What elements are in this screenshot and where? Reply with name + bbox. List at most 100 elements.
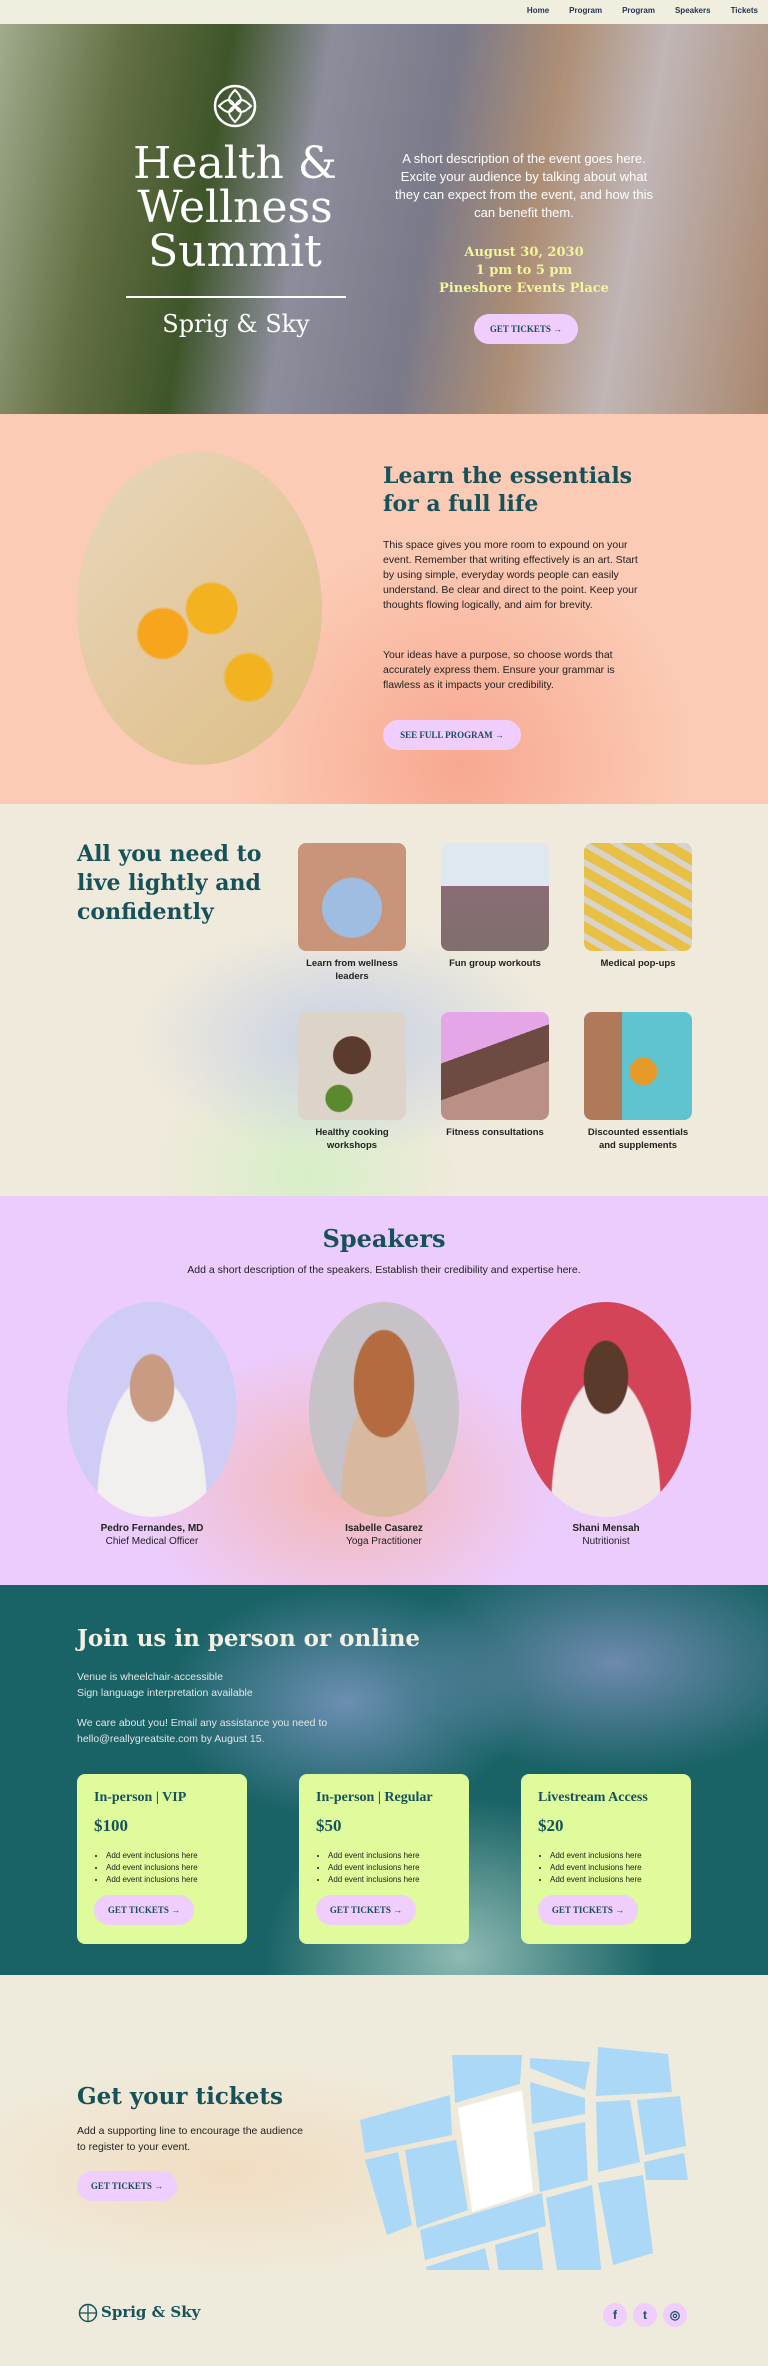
nav-speakers[interactable]: Speakers xyxy=(675,6,711,24)
speaker-card: Pedro Fernandes, MD Chief Medical Officer xyxy=(67,1302,237,1547)
hero-title-line: Wellness xyxy=(137,182,333,233)
inclusion-item: Add event inclusions here xyxy=(106,1850,230,1862)
feature-item: Discounted essentials and supplements xyxy=(584,1012,692,1152)
feature-image xyxy=(298,843,406,951)
accessibility-line: Sign language interpretation available xyxy=(77,1687,253,1699)
speaker-card: Isabelle Casarez Yoga Practitioner xyxy=(299,1302,469,1547)
twitter-icon[interactable]: t xyxy=(633,2303,657,2327)
feature-item: Fun group workouts xyxy=(441,843,549,970)
map-block xyxy=(534,2122,588,2192)
inclusion-item: Add event inclusions here xyxy=(328,1862,452,1874)
assistance-email[interactable]: hello@reallygreatsite.com by August 15. xyxy=(77,1731,327,1747)
hero-title-line: Summit xyxy=(148,226,322,277)
speaker-role: Yoga Practitioner xyxy=(346,1536,422,1547)
feature-label: Healthy cooking workshops xyxy=(315,1127,389,1151)
inclusion-item: Add event inclusions here xyxy=(550,1874,674,1886)
speaker-role: Chief Medical Officer xyxy=(105,1536,199,1547)
inclusion-item: Add event inclusions here xyxy=(106,1874,230,1886)
speaker-card: Shani Mensah Nutritionist xyxy=(521,1302,691,1547)
tier-price: $50 xyxy=(316,1816,342,1835)
hero-section: Health & Wellness Summit Sprig & Sky A s… xyxy=(0,24,768,414)
flower-logo-icon xyxy=(78,2303,98,2323)
get-tickets-button[interactable]: GET TICKETS → xyxy=(94,1895,194,1925)
venue-map-illustration xyxy=(360,2047,688,2270)
essentials-paragraph-1: This space gives you more room to expoun… xyxy=(383,539,638,611)
tickets-title: Get your tickets xyxy=(77,2083,283,2110)
essentials-paragraph-2: Your ideas have a purpose, so choose wor… xyxy=(383,649,615,691)
ticket-card-livestream: Livestream Access $20 Add event inclusions… xyxy=(521,1774,691,1944)
map-block xyxy=(596,2100,640,2172)
speakers-title: Speakers xyxy=(322,1224,446,1253)
event-time: 1 pm to 5 pm xyxy=(475,263,573,278)
inclusion-item: Add event inclusions here xyxy=(550,1850,674,1862)
essentials-section: Learn the essentials for a full life Thi… xyxy=(0,414,768,804)
facebook-icon[interactable]: f xyxy=(603,2303,627,2327)
tickets-text: Add a supporting line to encourage the a… xyxy=(77,2125,303,2153)
instagram-icon[interactable]: ◎ xyxy=(663,2303,687,2327)
event-details: August 30, 2030 1 pm to 5 pm Pineshore E… xyxy=(388,244,660,298)
feature-item: Healthy cooking workshops xyxy=(298,1012,406,1152)
tier-name: In-person | Regular xyxy=(316,1790,433,1805)
lemons-image xyxy=(77,452,322,765)
feature-image xyxy=(584,1012,692,1120)
speaker-photo xyxy=(67,1302,237,1517)
ticket-card-regular: In-person | Regular $50 Add event inclusio… xyxy=(299,1774,469,1944)
feature-image xyxy=(441,1012,549,1120)
nav-program-2[interactable]: Program xyxy=(622,6,655,24)
nav-home[interactable]: Home xyxy=(527,6,549,24)
tickets-get-tickets-button[interactable]: GET TICKETS → xyxy=(77,2171,177,2201)
ticket-card-vip: In-person | VIP $100 Add event inclusions … xyxy=(77,1774,247,1944)
hero-title-line: Health & xyxy=(133,138,337,189)
event-venue: Pineshore Events Place xyxy=(439,281,609,296)
nav-program[interactable]: Program xyxy=(569,6,602,24)
speaker-name: Shani Mensah xyxy=(572,1523,640,1534)
accessibility-line: Venue is wheelchair-accessible xyxy=(77,1671,223,1683)
hero-description: A short description of the event goes he… xyxy=(395,151,653,220)
feature-label: Fun group workouts xyxy=(449,958,541,969)
map-block xyxy=(365,2152,412,2235)
hero-get-tickets-button[interactable]: GET TICKETS → xyxy=(474,314,578,344)
inclusion-item: Add event inclusions here xyxy=(328,1874,452,1886)
feature-item: Medical pop-ups xyxy=(584,843,692,970)
tier-price: $20 xyxy=(538,1816,564,1835)
tier-name: In-person | VIP xyxy=(94,1790,187,1805)
map-block xyxy=(644,2153,688,2180)
speakers-subtitle: Add a short description of the speakers.… xyxy=(187,1264,581,1276)
top-nav: Home Program Program Speakers Tickets xyxy=(0,0,768,24)
feature-image xyxy=(298,1012,406,1120)
inclusions-list: Add event inclusions here Add event inclu… xyxy=(106,1850,230,1886)
feature-label: Learn from wellness leaders xyxy=(306,958,398,982)
map-block xyxy=(530,2082,585,2124)
essentials-title: Learn the essentials for a full life xyxy=(383,463,633,517)
map-block xyxy=(598,2175,653,2265)
speaker-name: Isabelle Casarez xyxy=(345,1523,423,1534)
speaker-role: Nutritionist xyxy=(582,1536,630,1547)
hero-title: Health & Wellness Summit xyxy=(110,142,360,274)
features-title: All you need to live lightly and confide… xyxy=(77,841,262,925)
feature-label: Discounted essentials and supplements xyxy=(587,1127,689,1151)
hero-brand: Sprig & Sky xyxy=(162,310,310,338)
flower-logo-icon xyxy=(213,84,257,128)
map-block xyxy=(637,2096,686,2155)
inclusion-item: Add event inclusions here xyxy=(550,1862,674,1874)
inclusions-list: Add event inclusions hereAdd event inclu… xyxy=(550,1850,674,1886)
inclusions-list: Add event inclusions hereAdd event inclu… xyxy=(328,1850,452,1886)
get-tickets-button[interactable]: GET TICKETS → xyxy=(316,1895,416,1925)
tier-name: Livestream Access xyxy=(538,1790,648,1805)
nav-tickets[interactable]: Tickets xyxy=(731,6,758,24)
feature-item: Learn from wellness leaders xyxy=(298,843,406,983)
see-full-program-button[interactable]: SEE FULL PROGRAM → xyxy=(383,720,521,750)
map-block xyxy=(405,2140,468,2228)
map-highlight-block xyxy=(458,2090,533,2212)
inclusion-item: Add event inclusions here xyxy=(328,1850,452,1862)
divider xyxy=(126,296,346,298)
feature-item: Fitness consultations xyxy=(441,1012,549,1139)
speaker-name: Pedro Fernandes, MD xyxy=(100,1523,204,1534)
feature-label: Fitness consultations xyxy=(446,1127,544,1138)
assistance-line: We care about you! Email any assistance … xyxy=(77,1717,328,1729)
get-tickets-button[interactable]: GET TICKETS → xyxy=(538,1895,638,1925)
footer-brand: Sprig & Sky xyxy=(101,2303,201,2321)
tier-price: $100 xyxy=(94,1816,128,1835)
map-block xyxy=(596,2047,672,2096)
map-block xyxy=(546,2185,602,2270)
